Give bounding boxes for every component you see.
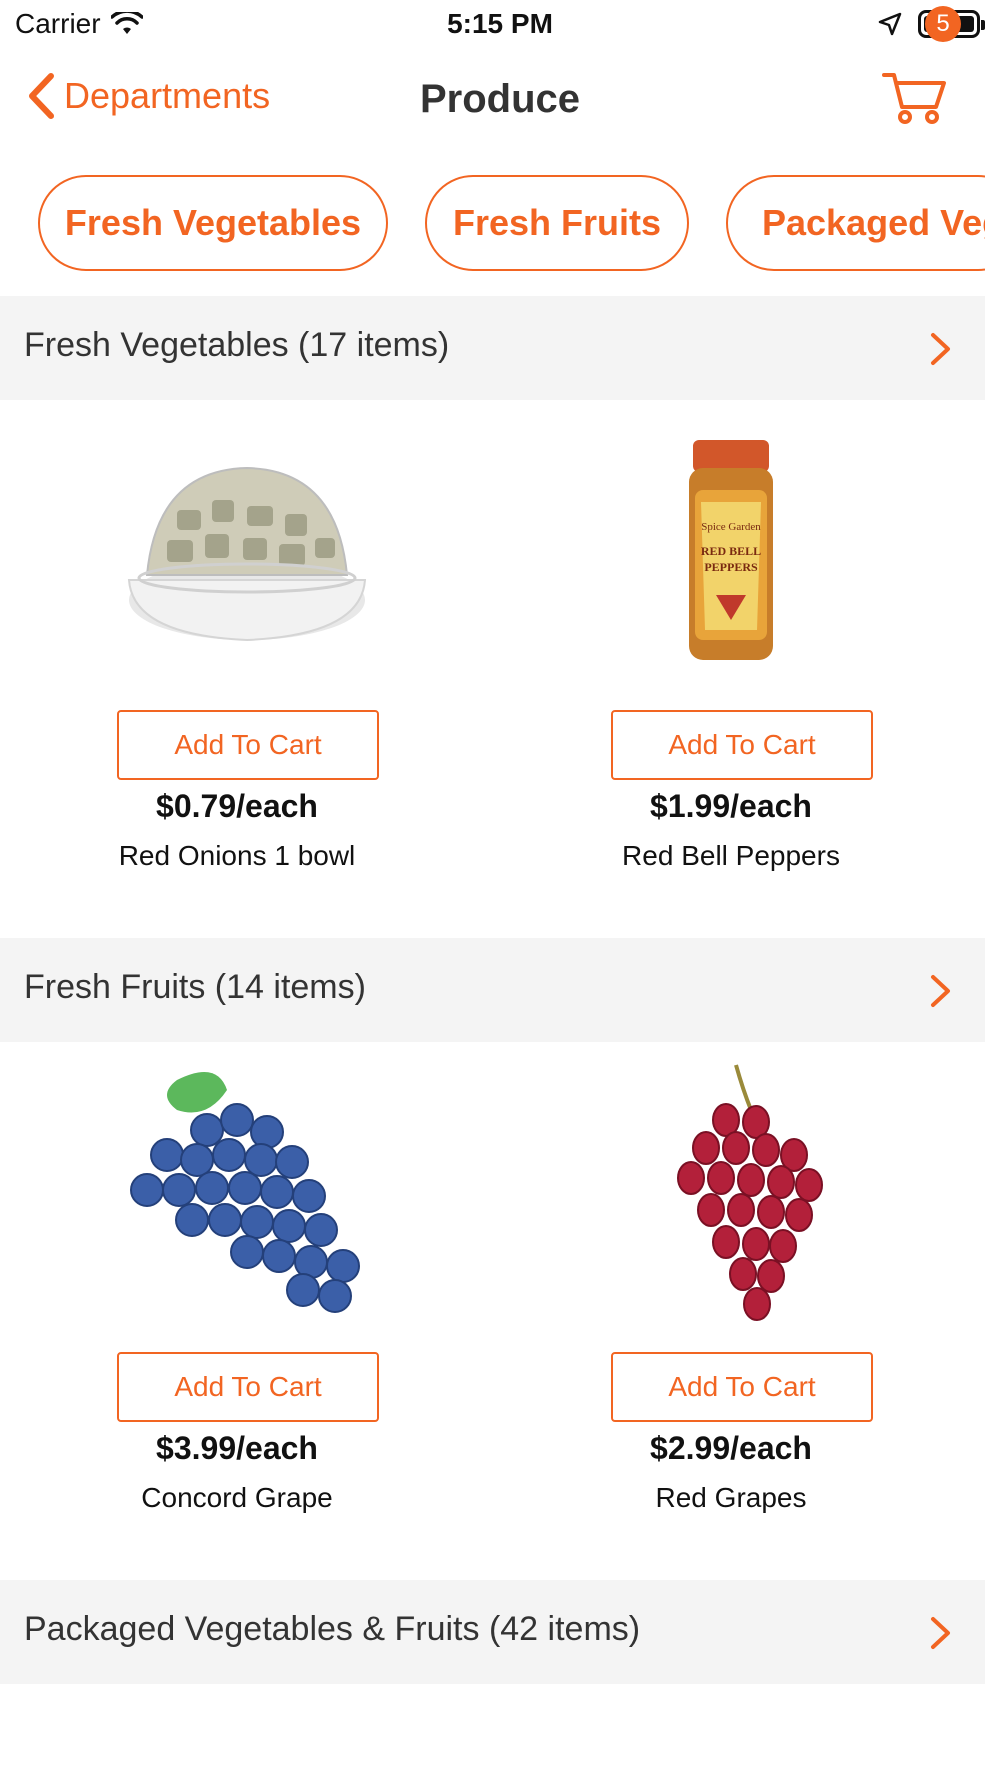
- product-price: $2.99/each: [650, 1430, 812, 1466]
- product-name: Red Bell Peppers: [622, 840, 840, 871]
- section-title: Packaged Vegetables & Fruits (42 items): [24, 1610, 641, 1648]
- category-chips: Fresh Vegetables Fresh Fruits Packaged V…: [0, 175, 985, 275]
- section-header-packaged-vegetables-fruits[interactable]: Packaged Vegetables & Fruits (42 items): [0, 1580, 985, 1684]
- section-header-fresh-fruits[interactable]: Fresh Fruits (14 items): [0, 938, 985, 1042]
- add-to-cart-button[interactable]: Add To Cart: [117, 1352, 379, 1422]
- add-to-cart-button[interactable]: Add To Cart: [117, 710, 379, 780]
- section-title: Fresh Vegetables (17 items): [24, 326, 450, 364]
- status-time: 5:15 PM: [447, 8, 553, 39]
- chevron-right-icon: [931, 975, 950, 1007]
- product-price: $3.99/each: [156, 1430, 318, 1466]
- product-image-red-grapes: [677, 1064, 823, 1321]
- cart-button[interactable]: [880, 63, 960, 133]
- svg-text:PEPPERS: PEPPERS: [704, 560, 758, 574]
- product-card: Add To Cart $3.99/each Concord Grape: [0, 1060, 474, 1530]
- product-image-red-onions: [127, 466, 367, 642]
- product-card: Spice Garden RED BELL PEPPERS Add To Car…: [494, 430, 968, 890]
- product-card: Add To Cart $0.79/each Red Onions 1 bowl: [0, 430, 474, 890]
- add-to-cart-button[interactable]: Add To Cart: [611, 1352, 873, 1422]
- chip-packaged-vegetables[interactable]: Packaged Veg: [726, 175, 985, 271]
- product-name: Red Onions 1 bowl: [118, 840, 356, 871]
- product-price: $0.79/each: [156, 788, 318, 824]
- chevron-right-icon: [931, 333, 950, 365]
- product-image-concord-grape: [130, 1072, 360, 1313]
- product-image-red-bell-peppers: Spice Garden RED BELL PEPPERS: [689, 440, 773, 660]
- location-arrow-icon: [878, 12, 902, 36]
- product-price: $1.99/each: [650, 788, 812, 824]
- chevron-right-icon: [931, 1617, 950, 1649]
- chip-fresh-fruits[interactable]: Fresh Fruits: [425, 175, 689, 271]
- product-name: Red Grapes: [655, 1482, 807, 1513]
- cart-count-badge: 5: [925, 6, 961, 42]
- status-bar: Carrier 5:15 PM: [0, 0, 1000, 50]
- add-to-cart-button[interactable]: Add To Cart: [611, 710, 873, 780]
- section-header-fresh-vegetables[interactable]: Fresh Vegetables (17 items): [0, 296, 985, 400]
- page-title: Produce: [419, 77, 581, 121]
- svg-text:RED BELL: RED BELL: [701, 544, 761, 558]
- cart-icon: [882, 73, 946, 124]
- product-name: Concord Grape: [141, 1482, 333, 1513]
- nav-bar: Departments Produce: [0, 55, 1000, 150]
- chip-fresh-vegetables[interactable]: Fresh Vegetables: [38, 175, 388, 271]
- jar-label-text: Spice Garden: [701, 521, 761, 533]
- section-title: Fresh Fruits (14 items): [24, 968, 366, 1006]
- product-card: Add To Cart $2.99/each Red Grapes: [494, 1060, 968, 1530]
